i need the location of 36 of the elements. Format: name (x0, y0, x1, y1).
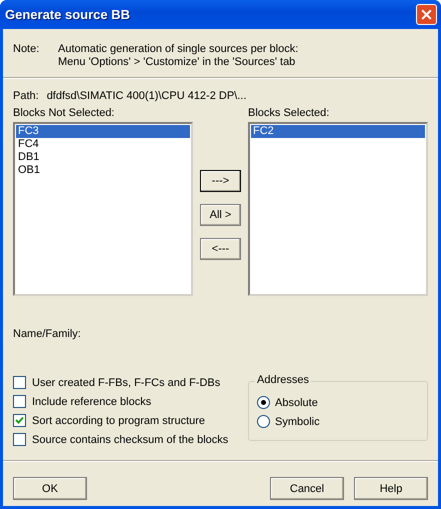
checkbox[interactable] (13, 395, 26, 408)
block-list[interactable]: FC2 (248, 122, 428, 296)
list-item[interactable]: FC2 (251, 125, 425, 138)
list-item[interactable]: DB1 (16, 151, 190, 164)
checkbox-label[interactable]: Include reference blocks (32, 396, 152, 408)
list-label: Blocks Not Selected: (13, 107, 116, 119)
group-title: Addresses (255, 374, 311, 386)
move-button[interactable]: ---> (200, 170, 241, 192)
checkbox-label[interactable]: User created F-FBs, F-FCs and F-DBs (32, 376, 220, 388)
path-label: Path: (13, 90, 39, 102)
note-text: Automatic generation of single sources per block: (58, 43, 298, 55)
checkbox[interactable] (13, 433, 26, 446)
checkbox-label[interactable]: Source contains checksum of the blocks (32, 434, 228, 446)
close-button[interactable]: × (416, 4, 437, 25)
checkbox[interactable] (13, 376, 26, 389)
list-item[interactable]: OB1 (16, 164, 190, 177)
move-button[interactable]: <--- (200, 238, 241, 260)
radio-button[interactable] (257, 396, 270, 409)
dialog-button[interactable]: OK (13, 477, 87, 500)
checkbox[interactable] (13, 414, 26, 427)
radio-button[interactable] (257, 415, 270, 428)
path-value: dfdfsd\SIMATIC 400(1)\CPU 412-2 DP\... (46, 90, 246, 102)
move-button[interactable]: All > (200, 204, 241, 226)
checkbox-label[interactable]: Sort according to program structure (32, 414, 206, 426)
radio-label[interactable]: Absolute (275, 396, 318, 408)
list-item[interactable]: FC4 (16, 138, 190, 151)
note-label: Note: (13, 43, 40, 57)
list-item[interactable]: FC3 (16, 125, 190, 138)
window-title: Generate source BB (5, 7, 130, 22)
list-label: Blocks Selected: (248, 107, 330, 119)
name-family-label: Name/Family: (13, 328, 82, 340)
dialog-button[interactable]: Cancel (270, 477, 344, 500)
dialog-button[interactable]: Help (354, 477, 428, 500)
note-text: Menu 'Options' > 'Customize' in the 'Sources' tab (58, 56, 296, 68)
radio-label[interactable]: Symbolic (275, 416, 320, 428)
block-list[interactable]: FC3 FC4 DB1 OB1 (13, 122, 193, 296)
